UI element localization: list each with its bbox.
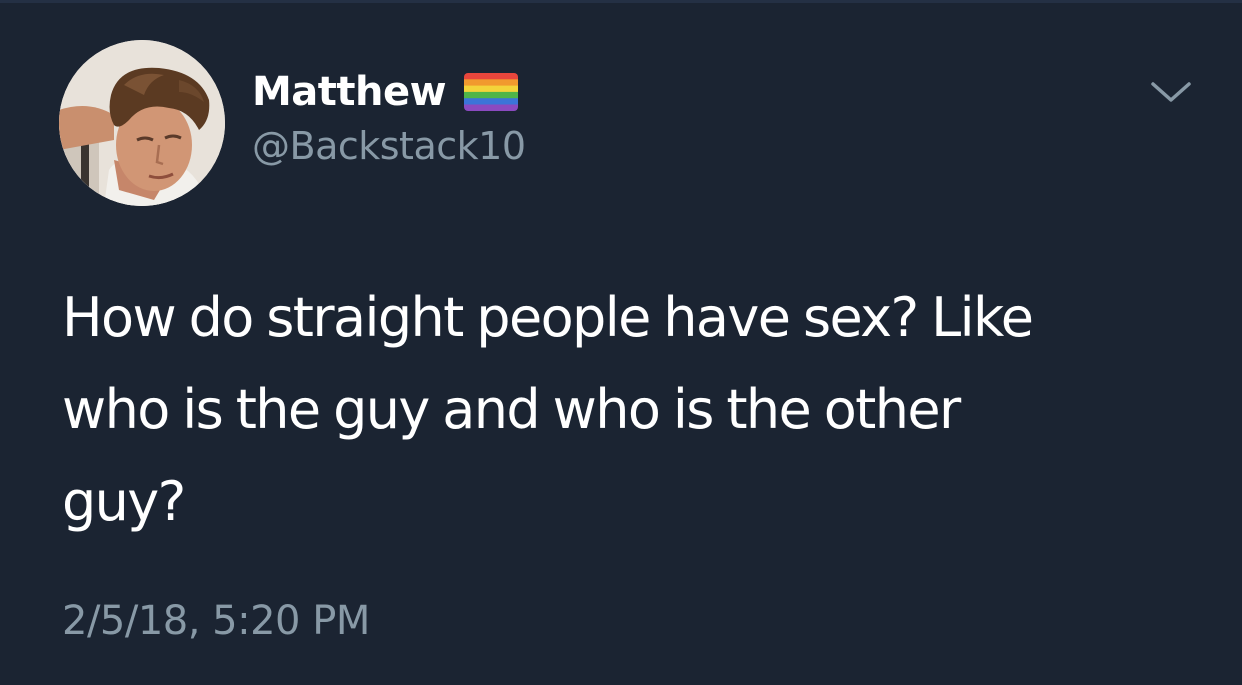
author-name-row: Matthew — [252, 64, 519, 120]
profile-photo — [59, 40, 225, 206]
author-display-name[interactable]: Matthew — [252, 69, 447, 115]
tweet-text: How do straight people have sex? Like wh… — [62, 286, 1034, 533]
avatar[interactable] — [59, 40, 225, 206]
rainbow-flag-icon — [464, 73, 519, 111]
tweet-timestamp[interactable]: 2/5/18, 5:20 PM — [62, 598, 370, 644]
author-handle[interactable]: @Backstack10 — [252, 124, 526, 168]
tweet-card: Matthew @Backstack10 How do straight peo… — [0, 0, 1242, 685]
chevron-down-icon[interactable] — [1148, 78, 1194, 108]
